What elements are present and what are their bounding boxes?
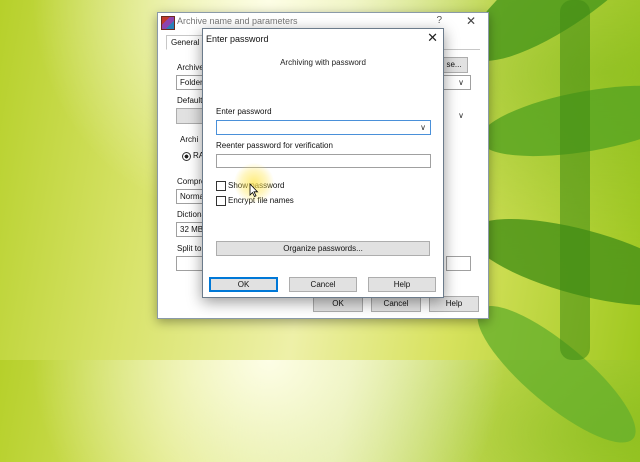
enter-password-input[interactable]: ∨	[216, 120, 431, 135]
encrypt-file-names-checkbox[interactable]	[216, 196, 226, 206]
close-icon[interactable]: ✕	[466, 14, 476, 28]
cancel-button[interactable]: Cancel	[371, 296, 421, 312]
compression-select[interactable]: Normal	[176, 189, 206, 204]
browse-button[interactable]: se...	[440, 57, 468, 73]
leaf-decoration	[560, 0, 590, 360]
organize-passwords-button[interactable]: Organize passwords...	[216, 241, 430, 256]
close-icon[interactable]: ✕	[427, 30, 438, 46]
help-button[interactable]: Help	[368, 277, 436, 292]
mouse-pointer-icon	[249, 183, 259, 197]
archive-format-label: Archi	[180, 135, 199, 144]
dictionary-select[interactable]: 32 MB	[176, 222, 205, 237]
archive-name-value: Folder	[180, 78, 203, 87]
dialog-subtitle: Archiving with password	[280, 58, 366, 67]
winrar-app-icon	[161, 16, 175, 30]
split-volumes-field[interactable]	[176, 256, 205, 271]
ok-button[interactable]: OK	[313, 296, 363, 312]
split-volumes-label: Split to	[177, 244, 202, 253]
help-button[interactable]: Help	[429, 296, 479, 312]
ok-button[interactable]: OK	[209, 277, 278, 292]
tab-general[interactable]: General	[166, 35, 205, 50]
enter-password-dialog: Enter password ✕ Archiving with password…	[202, 28, 444, 298]
chevron-down-icon[interactable]: ∨	[454, 76, 468, 89]
dictionary-value: 32 MB	[180, 225, 204, 234]
radio-rar[interactable]	[182, 152, 191, 161]
archive-name-label: Archive	[177, 63, 204, 72]
cancel-button[interactable]: Cancel	[289, 277, 357, 292]
default-profile-label: Default	[177, 96, 203, 105]
enter-password-label: Enter password	[216, 107, 272, 116]
chevron-down-icon[interactable]: ∨	[418, 121, 428, 134]
options-field[interactable]	[446, 256, 471, 271]
show-password-checkbox[interactable]	[216, 181, 226, 191]
dialog-title: Enter password	[206, 34, 269, 44]
window-title: Archive name and parameters	[177, 16, 298, 26]
help-icon[interactable]: ?	[436, 15, 442, 26]
chevron-down-icon[interactable]: ∨	[454, 109, 468, 122]
leaf-decoration	[474, 72, 640, 170]
reenter-password-label: Reenter password for verification	[216, 141, 333, 150]
